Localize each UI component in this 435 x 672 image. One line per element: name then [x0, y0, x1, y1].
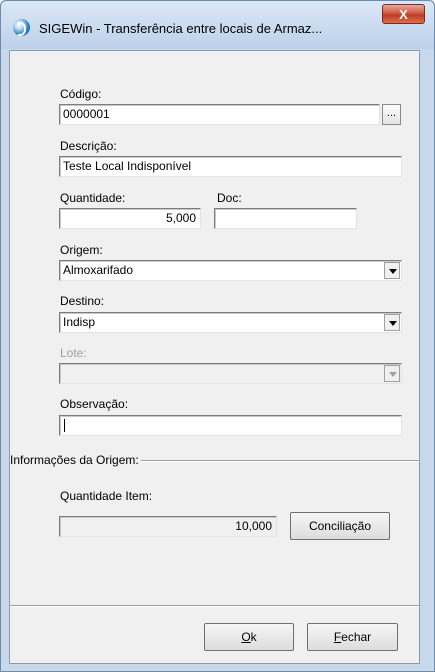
- quantidade-item-field: 10,000: [59, 516, 277, 537]
- footer-separator: [10, 605, 419, 607]
- destino-dropdown-arrow-icon[interactable]: [384, 314, 400, 331]
- origem-value: Almoxarifado: [63, 263, 134, 277]
- ok-label-rest: k: [250, 630, 257, 644]
- close-button[interactable]: X: [382, 4, 425, 24]
- observacao-input[interactable]: [59, 415, 402, 436]
- lote-label: Lote:: [60, 346, 87, 360]
- ok-accel: O: [241, 630, 251, 644]
- descricao-input[interactable]: Teste Local Indisponível: [59, 156, 402, 177]
- codigo-label: Código:: [60, 87, 102, 101]
- window-title: SIGEWin - Transferência entre locais de …: [39, 21, 323, 36]
- title-bar[interactable]: SIGEWin - Transferência entre locais de …: [1, 1, 434, 49]
- lote-select: [59, 363, 402, 384]
- fechar-label-rest: echar: [341, 630, 372, 644]
- destino-label: Destino:: [60, 294, 105, 308]
- quantidade-input[interactable]: 5,000: [59, 208, 201, 229]
- dialog-body: Código: 0000001 ... Descrição: Teste Loc…: [9, 50, 420, 664]
- conciliacao-button[interactable]: Conciliação: [290, 512, 390, 540]
- quantidade-item-label: Quantidade Item:: [60, 489, 153, 503]
- text-caret: [64, 419, 65, 433]
- sigewin-app-icon: [13, 19, 30, 36]
- codigo-input[interactable]: 0000001: [59, 104, 380, 125]
- ok-button[interactable]: Ok: [204, 623, 294, 651]
- destino-value: Indisp: [63, 315, 96, 329]
- codigo-browse-button[interactable]: ...: [382, 104, 401, 125]
- lote-dropdown-arrow-icon: [384, 365, 400, 382]
- observacao-label: Observação:: [60, 397, 129, 411]
- doc-label: Doc:: [217, 191, 242, 205]
- origin-info-group-label: Informações da Origem:: [10, 453, 141, 467]
- dialog-window: SIGEWin - Transferência entre locais de …: [0, 0, 435, 672]
- quantidade-label: Quantidade:: [60, 191, 126, 205]
- origem-select[interactable]: Almoxarifado: [59, 260, 402, 281]
- descricao-label: Descrição:: [60, 139, 117, 153]
- fechar-button[interactable]: Fechar: [307, 623, 398, 651]
- origem-dropdown-arrow-icon[interactable]: [384, 262, 400, 279]
- destino-select[interactable]: Indisp: [59, 312, 402, 333]
- origem-label: Origem:: [60, 243, 103, 257]
- doc-input[interactable]: [214, 208, 357, 229]
